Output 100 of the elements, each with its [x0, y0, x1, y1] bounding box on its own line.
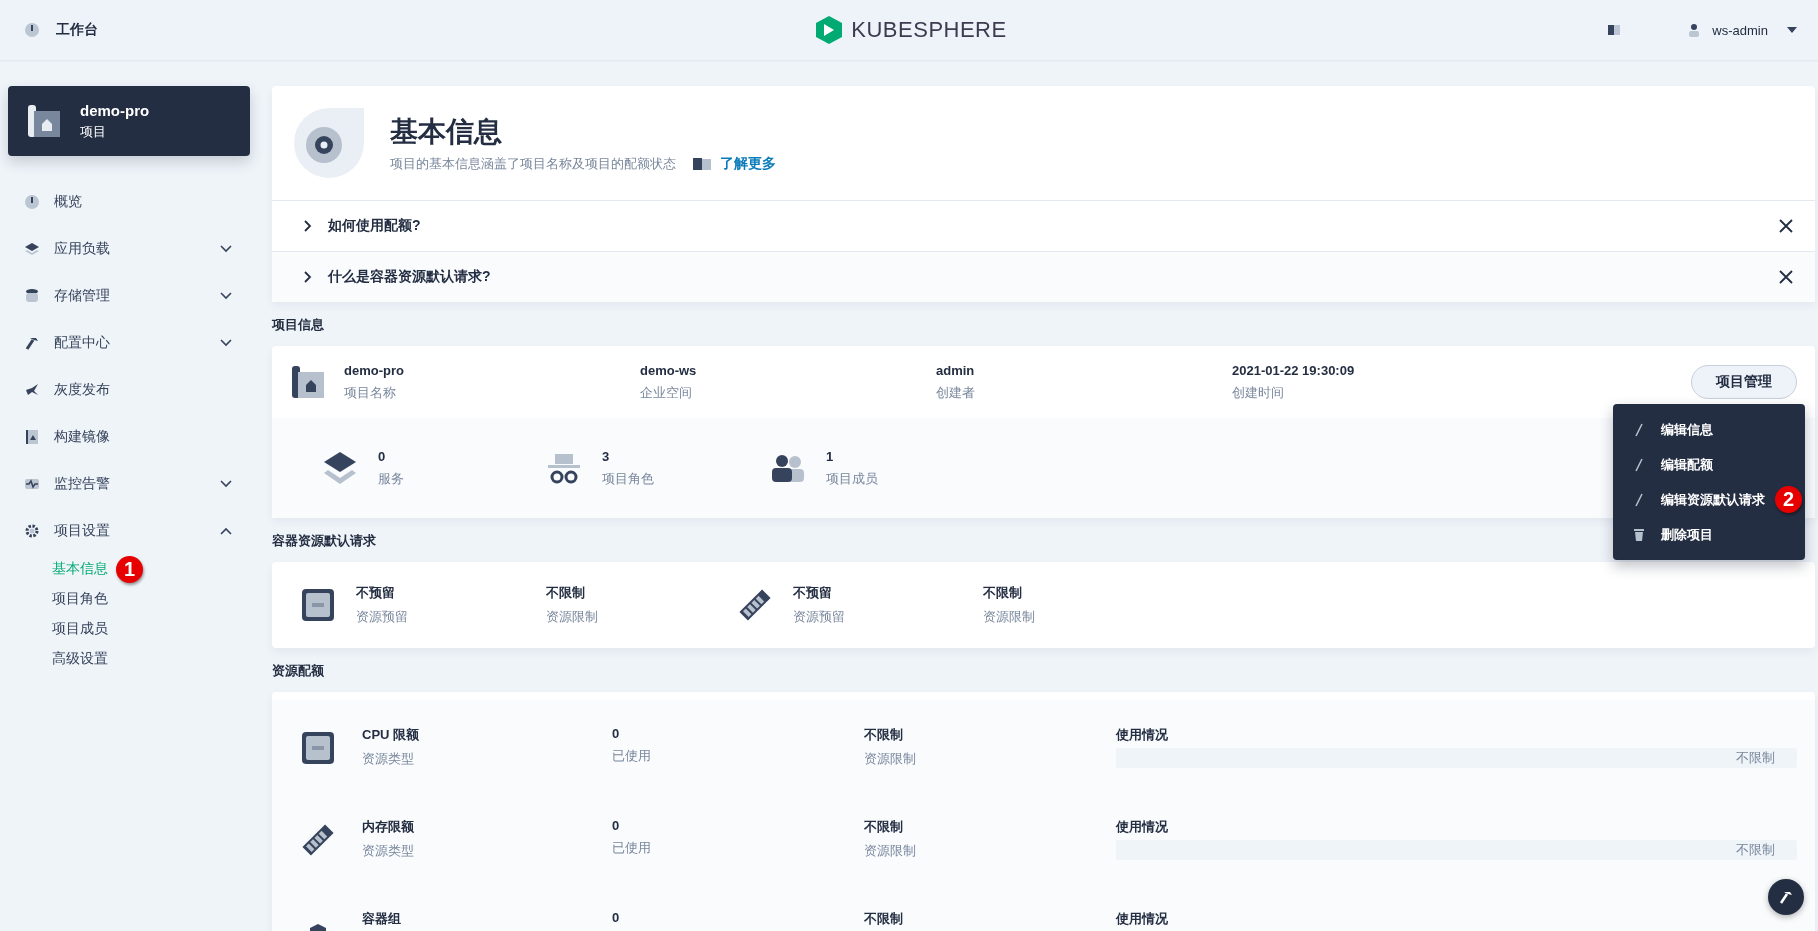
usage-title: 使用情况	[1116, 818, 1169, 836]
book-icon	[692, 157, 712, 171]
menu-item[interactable]: 编辑资源默认请求	[1633, 482, 1765, 517]
project-card[interactable]: demo-pro 项目	[8, 86, 250, 156]
menu-item[interactable]: 编辑配额	[1633, 447, 1713, 482]
limit-label: 资源限制	[864, 750, 917, 768]
nav-item[interactable]: 存储管理	[8, 272, 250, 319]
usage-text: 不限制	[1736, 749, 1775, 767]
menu-item[interactable]: 编辑信息	[1633, 412, 1713, 447]
nav-item[interactable]: 概览	[8, 178, 250, 225]
caret-icon[interactable]	[1786, 26, 1798, 34]
request-label: 资源预留	[793, 608, 846, 626]
annotation-badge: 2	[1775, 486, 1802, 513]
section-title: 资源配额	[272, 662, 324, 680]
stat-label: 项目成员	[826, 469, 878, 488]
nav-item[interactable]: 监控告警	[8, 460, 250, 507]
limit-value: 不限制	[864, 910, 904, 928]
nav-item[interactable]: 灰度发布	[8, 366, 250, 413]
dashboard-icon	[24, 193, 40, 210]
chevron-icon[interactable]	[304, 220, 312, 232]
project-icon	[26, 103, 62, 139]
project-type: 项目	[80, 122, 107, 141]
field-label: 创建时间	[1232, 383, 1285, 402]
field-label: 企业空间	[640, 383, 693, 402]
cpu-icon	[300, 730, 336, 766]
used-value: 0	[612, 726, 621, 741]
faq-question[interactable]: 如何使用配额?	[328, 217, 1763, 235]
nav-item[interactable]: 构建镜像	[8, 413, 250, 460]
close-icon[interactable]	[1779, 219, 1793, 233]
usage-text: 不限制	[1736, 841, 1775, 859]
pencil-icon	[1633, 457, 1645, 472]
usage-title: 使用情况	[1116, 726, 1169, 744]
nav-item[interactable]: 项目设置	[8, 507, 250, 554]
section-title: 容器资源默认请求	[272, 532, 376, 550]
nav-subitem[interactable]: 项目成员	[52, 620, 108, 638]
dashboard-icon[interactable]	[24, 22, 40, 38]
limit-value: 不限制	[546, 584, 586, 602]
nav-subitem[interactable]: 高级设置	[52, 650, 108, 668]
limit-label: 资源限制	[983, 608, 1036, 626]
chevron-icon[interactable]	[220, 479, 232, 488]
stat-label: 项目角色	[602, 469, 654, 488]
limit-value: 不限制	[864, 818, 904, 836]
trash-icon	[1633, 527, 1645, 542]
stat-value: 1	[826, 448, 835, 464]
field-value: demo-ws	[640, 362, 698, 378]
used-label: 已使用	[612, 839, 652, 857]
stat-value: 3	[602, 448, 611, 464]
stat-value: 0	[378, 448, 387, 464]
used-label: 已使用	[612, 747, 652, 765]
workbench-link[interactable]: 工作台	[56, 21, 98, 39]
page-description: 项目的基本信息涵盖了项目名称及项目的配额状态	[390, 155, 676, 173]
chevron-icon[interactable]	[220, 338, 232, 347]
bird-icon	[24, 381, 40, 398]
limit-value: 不限制	[983, 584, 1023, 602]
chevron-icon[interactable]	[220, 244, 232, 253]
menu-item[interactable]: 删除项目	[1633, 517, 1713, 552]
request-value: 不预留	[793, 584, 833, 602]
field-value: 2021-01-22 19:30:09	[1232, 362, 1356, 378]
book-icon[interactable]	[1606, 22, 1623, 38]
logo-text: KUBESPHERE	[851, 17, 1007, 43]
nav-item[interactable]: 配置中心	[8, 319, 250, 366]
hammer-icon	[1778, 889, 1794, 905]
quota-label: 资源类型	[362, 750, 415, 768]
project-icon	[290, 364, 326, 400]
project-name: demo-pro	[80, 101, 150, 119]
user-name[interactable]: ws-admin	[1712, 22, 1768, 38]
close-icon[interactable]	[1779, 270, 1793, 284]
logo-icon	[815, 15, 844, 45]
image-icon	[24, 428, 40, 445]
field-value: demo-pro	[344, 362, 405, 378]
quota-label: 资源类型	[362, 842, 415, 860]
used-value: 0	[612, 910, 621, 925]
limit-value: 不限制	[864, 726, 904, 744]
nav-subitem[interactable]: 项目角色	[52, 590, 108, 608]
annotation-badge: 1	[116, 555, 143, 583]
used-value: 0	[612, 818, 621, 833]
quota-name: 容器组	[362, 910, 402, 928]
cpu-icon	[300, 587, 336, 623]
chevron-icon[interactable]	[220, 526, 232, 535]
manage-button[interactable]: 项目管理	[1691, 365, 1797, 399]
page-title: 基本信息	[390, 115, 503, 149]
chevron-icon[interactable]	[220, 291, 232, 300]
quota-name: CPU 限额	[362, 726, 421, 744]
nav-item[interactable]: 应用负载	[8, 225, 250, 272]
usage-title: 使用情况	[1116, 910, 1169, 928]
request-value: 不预留	[356, 584, 396, 602]
limit-label: 资源限制	[864, 842, 917, 860]
field-value: admin	[936, 362, 976, 378]
field-label: 项目名称	[344, 383, 397, 402]
field-label: 创建者	[936, 383, 976, 402]
limit-label: 资源限制	[546, 608, 599, 626]
pencil-icon	[1633, 422, 1645, 437]
section-title: 项目信息	[272, 316, 324, 334]
learn-more-link[interactable]: 了解更多	[720, 155, 776, 173]
request-label: 资源预留	[356, 608, 409, 626]
stat-label: 服务	[378, 469, 404, 488]
database-icon	[24, 287, 40, 304]
chevron-icon[interactable]	[304, 271, 312, 283]
quota-name: 内存限额	[362, 818, 415, 836]
gear-icon	[24, 522, 40, 539]
